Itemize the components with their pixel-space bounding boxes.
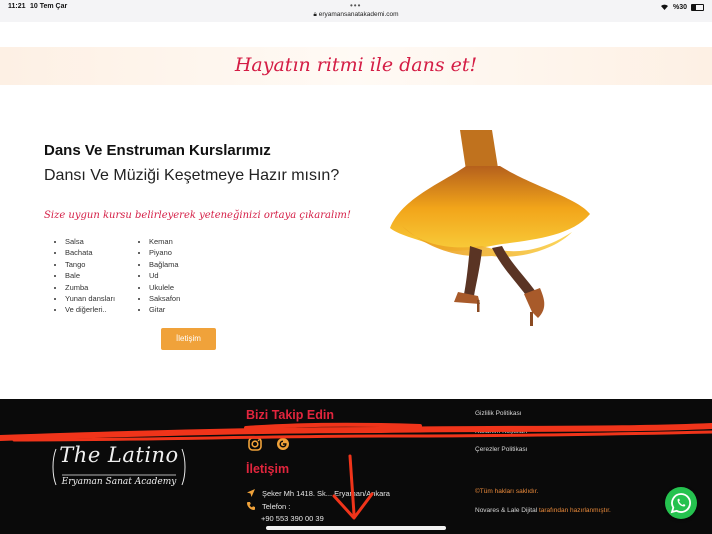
list-item: Tango <box>65 259 115 270</box>
status-time: 11:21 <box>8 3 26 10</box>
battery-label: %30 <box>672 4 687 11</box>
phone-label: Telefon : <box>262 501 291 511</box>
lock-icon: 🔒︎ <box>313 11 317 18</box>
cookie-policy-link[interactable]: Çerezler Politikası <box>475 446 527 453</box>
more-dots[interactable]: ••• <box>350 1 361 10</box>
address-text: Şeker Mh 1418. Sk... Eryaman/Ankara <box>262 488 390 498</box>
credit-tail: tarafından hazırlanmıştır. <box>538 507 611 514</box>
list-item: Gitar <box>149 304 180 315</box>
follow-title: Bizi Takip Edin <box>246 408 334 422</box>
list-item: Yunan dansları <box>65 293 115 304</box>
status-bar: 11:21 10 Tem Çar ••• 🔒︎ eryamansanatakad… <box>0 0 712 22</box>
phone-number[interactable]: +90 553 390 00 39 <box>261 514 324 523</box>
address-bar[interactable]: 🔒︎ eryamansanatakademi.com <box>300 11 412 19</box>
terms-of-use-link[interactable]: Kullanım Koşulları <box>475 428 527 435</box>
contact-button[interactable]: İletişim <box>161 328 216 350</box>
wifi-icon <box>660 3 669 12</box>
address-row: Şeker Mh 1418. Sk... Eryaman/Ankara <box>246 488 390 498</box>
list-item: Salsa <box>65 236 115 247</box>
list-item: Ukulele <box>149 282 180 293</box>
academy-logo[interactable]: The Latino Eryaman Sanat Academy <box>52 441 186 493</box>
status-right: %30 <box>660 3 704 12</box>
phone-icon <box>247 502 255 510</box>
section-subtitle: Dansı Ve Müziği Keşetmeye Hazır mısın? <box>44 167 340 184</box>
dancer-image <box>390 130 590 326</box>
contact-title: İletişim <box>246 462 290 476</box>
list-item: Ud <box>149 270 180 281</box>
section-tagline: Size uygun kursu belirleyerek yeteneğini… <box>44 210 351 221</box>
logo-subtitle: Eryaman Sanat Academy <box>61 477 177 487</box>
home-indicator <box>266 526 446 530</box>
list-item: Ve diğerleri.. <box>65 304 115 315</box>
location-arrow-icon <box>247 489 255 497</box>
privacy-policy-link[interactable]: Gizlilik Politikası <box>475 410 522 417</box>
instagram-icon[interactable] <box>248 437 262 451</box>
list-item: Piyano <box>149 247 180 258</box>
tagline-banner: Hayatın ritmi ile dans et! <box>0 47 712 85</box>
dance-list: Salsa Bachata Tango Bale Zumba Yunan dan… <box>55 236 115 316</box>
phone-row: Telefon : <box>246 501 290 511</box>
list-item: Keman <box>149 236 180 247</box>
banner-text: Hayatın ritmi ile dans et! <box>234 54 478 76</box>
address-url: eryamansanatakademi.com <box>318 11 399 18</box>
whatsapp-icon <box>670 493 691 514</box>
logo-script: The Latino <box>59 443 179 467</box>
list-item: Bağlama <box>149 259 180 270</box>
google-icon[interactable] <box>276 437 290 451</box>
instrument-list: Keman Piyano Bağlama Ud Ukulele Saksafon… <box>139 236 180 316</box>
list-item: Saksafon <box>149 293 180 304</box>
list-item: Zumba <box>65 282 115 293</box>
list-item: Bachata <box>65 247 115 258</box>
whatsapp-button[interactable] <box>665 487 697 519</box>
section-title: Dans Ve Enstruman Kurslarımız <box>44 142 271 159</box>
battery-icon <box>691 4 704 11</box>
copyright-text: ©Tüm hakları saklıdır. <box>475 488 539 495</box>
status-date: 10 Tem Çar <box>30 3 68 10</box>
credit-text: Novares & Lale Dijital tarafından hazırl… <box>475 507 611 514</box>
credit-name[interactable]: Novares & Lale Dijital <box>475 507 537 514</box>
list-item: Bale <box>65 270 115 281</box>
